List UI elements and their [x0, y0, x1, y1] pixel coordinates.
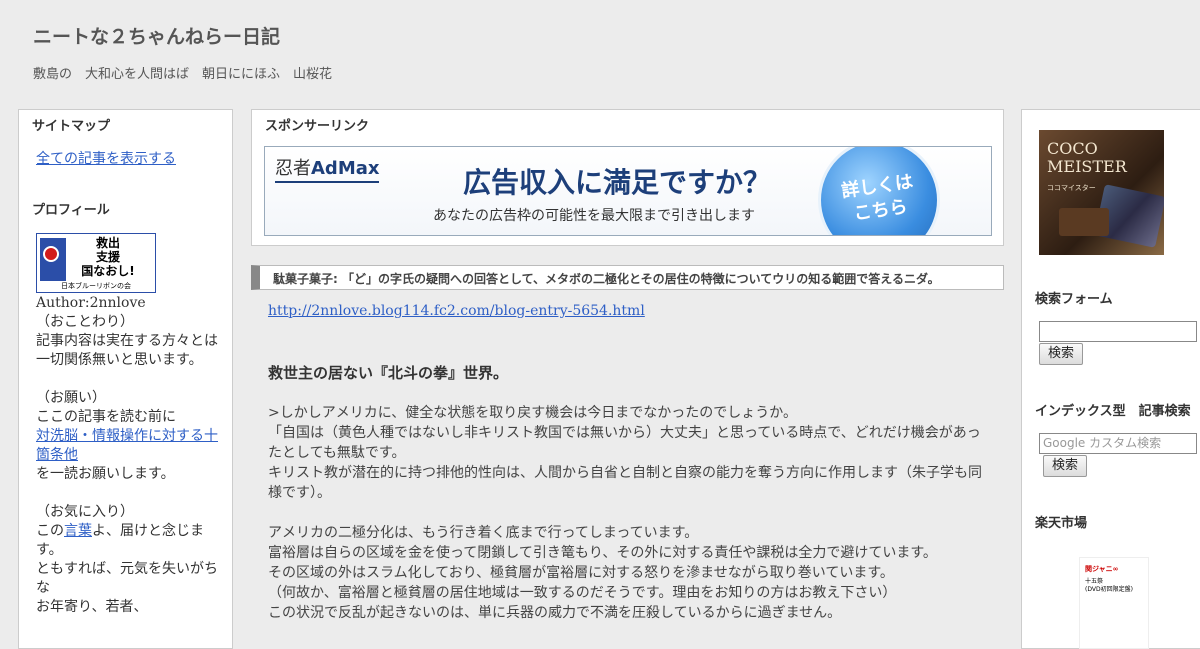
request-heading: （お願い） [36, 390, 106, 406]
article-body: >しかしアメリカに、健全な状態を取り戻す機会は今日までなかったのでしょうか。 「… [268, 403, 993, 623]
right-sidebar: COCO MEISTER ココマイスター 検索フォーム 検索 インデックス型 記… [1021, 109, 1200, 649]
request-suffix: を一読お願いします。 [36, 466, 175, 482]
wallet-image [1059, 208, 1109, 236]
profile-text: Author:2nnlove （おことわり） 記事内容は実在する方々とは一切関係… [36, 294, 221, 617]
sitemap-heading: サイトマップ [32, 119, 111, 134]
post-title-bar: 駄菓子菓子: 「ど」の字氏の疑問への回答として、メタボの二極化とその居住の特徴に… [251, 265, 1004, 290]
favorite-link[interactable]: 言葉 [64, 523, 92, 539]
article-url-link[interactable]: http://2nnlove.blog114.fc2.com/blog-entr… [268, 303, 645, 319]
site-title[interactable]: ニートな２ちゃんねらー日記 [33, 22, 280, 49]
article: http://2nnlove.blog114.fc2.com/blog-entr… [251, 290, 1004, 630]
request-link[interactable]: 対洗脳・情報操作に対する十箇条他 [36, 428, 218, 463]
sponsor-heading: スポンサーリンク [265, 119, 370, 134]
google-search-input[interactable]: Google カスタム検索 [1039, 433, 1197, 454]
rakuten-heading: 楽天市場 [1035, 516, 1088, 531]
article-line: アメリカの二極分化は、もう行き着く底まで行ってしまっています。 [268, 525, 699, 541]
search-form-heading: 検索フォーム [1035, 292, 1113, 307]
article-line: その区域の外はスラム化しており、極貧層が富裕層に対する怒りを滲ませながら取り巻い… [268, 565, 894, 581]
rakuten-product-image[interactable]: 関ジャニ∞ 十五祭 (DVD初回限定盤) [1079, 557, 1149, 649]
google-search-button[interactable]: 検索 [1043, 455, 1088, 477]
search-input[interactable] [1039, 321, 1197, 342]
notice-heading: （おことわり） [36, 314, 134, 330]
ad-details-button[interactable]: 詳しくは こちら [818, 147, 940, 235]
admax-logo: 忍者AdMax [275, 154, 380, 183]
all-articles-link[interactable]: 全ての記事を表示する [36, 148, 176, 168]
author: Author:2nnlove [36, 295, 146, 311]
ad-subtext: あなたの広告枠の可能性を最大限まで引き出します [433, 208, 755, 224]
profile-image[interactable]: 救出 支援 国なおし! 日本ブルーリボンの会 [36, 233, 156, 293]
left-sidebar: サイトマップ 全ての記事を表示する プロフィール 救出 支援 国なおし! 日本ブ… [18, 109, 233, 649]
favorite-heading: （お気に入り） [36, 504, 134, 520]
site-description: 敷島の 大和心を人問はば 朝日ににほふ 山桜花 [33, 67, 333, 82]
search-button[interactable]: 検索 [1039, 343, 1084, 365]
sponsor-box: スポンサーリンク 忍者AdMax 広告収入に満足ですか？ あなたの広告枠の可能性… [251, 109, 1004, 246]
admax-banner[interactable]: 忍者AdMax 広告収入に満足ですか？ あなたの広告枠の可能性を最大限まで引き出… [264, 146, 992, 236]
post-title[interactable]: 駄菓子菓子: 「ど」の字氏の疑問への回答として、メタボの二極化とその居住の特徴に… [273, 270, 940, 287]
profile-heading: プロフィール [32, 203, 110, 218]
cocomeister-ad-image[interactable]: COCO MEISTER ココマイスター [1039, 130, 1164, 255]
profile-banner-text: 救出 支援 国なおし! [81, 236, 135, 278]
article-line: この状況で反乱が起きないのは、単に兵器の威力で不満を圧殺しているからに過ぎません… [268, 605, 842, 621]
article-line: 「自国は（黄色人種ではないし非キリスト教国では無いから）大丈夫」と思っている時点… [268, 425, 981, 461]
favorite-text-3: お年寄り、若者、 [36, 599, 148, 615]
request-prefix: ここの記事を読む前に [36, 409, 176, 425]
profile-banner-sub: 日本ブルーリボンの会 [39, 281, 153, 291]
rakuten-product-text: 十五祭 (DVD初回限定盤) [1085, 578, 1133, 593]
favorite-line: この言葉よ、届けと念じます。 [36, 523, 204, 558]
article-heading: 救世主の居ない『北斗の拳』世界。 [268, 364, 509, 382]
article-line: キリスト教が潜在的に持つ排他的性向は、人間から自省と自制と自察の能力を奪う方向に… [268, 465, 982, 501]
article-line: （何故か、富裕層と極貧層の居住地域は一致するのだそうです。理由をお知りの方はお教… [268, 585, 897, 601]
rakuten-product-title: 関ジャニ∞ [1085, 565, 1119, 573]
index-search-heading: インデックス型 記事検索 [1035, 404, 1191, 419]
notice-text: 記事内容は実在する方々とは一切関係無いと思います。 [36, 333, 218, 368]
article-line: >しかしアメリカに、健全な状態を取り戻す機会は今日までなかったのでしょうか。 [268, 405, 798, 421]
favorite-text-2: ともすれば、元気を失いがちな [36, 561, 218, 596]
ad-headline: 広告収入に満足ですか？ [463, 166, 772, 199]
hinomaru-icon [43, 246, 59, 262]
article-line: 富裕層は自らの区域を金を使って閉鎖して引き篭もり、その外に対する責任や課税は全力… [268, 545, 937, 561]
